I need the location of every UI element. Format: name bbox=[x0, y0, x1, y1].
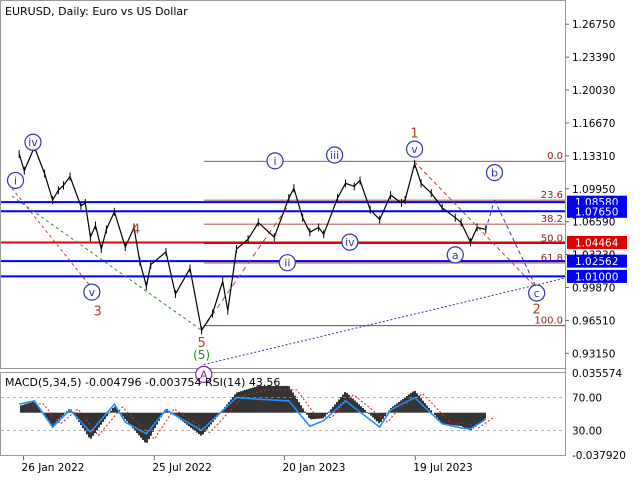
wave-label: 4 bbox=[132, 222, 140, 237]
y-tick-label: 1.09950 bbox=[572, 184, 615, 196]
fib-label: 0.0 bbox=[547, 151, 563, 162]
price-chart[interactable]: 0.023.638.250.061.8100.01.085801.076501.… bbox=[0, 0, 640, 480]
sub-y-tick-label: 30.00 bbox=[572, 425, 602, 437]
fib-label: 23.6 bbox=[541, 190, 563, 201]
y-tick-label: 1.26750 bbox=[572, 19, 615, 31]
wave-label: iv bbox=[28, 136, 38, 149]
y-tick-label: 1.13310 bbox=[572, 151, 615, 163]
wave-label: v bbox=[411, 143, 418, 156]
wave-projection-line bbox=[11, 195, 202, 331]
y-tick-label: 1.06590 bbox=[572, 217, 615, 229]
level-price-label: 1.04464 bbox=[575, 237, 619, 249]
fib-label: 61.8 bbox=[541, 253, 563, 264]
wave-label: 3 bbox=[94, 305, 102, 320]
wave-label: a bbox=[452, 249, 459, 262]
y-tick-label: 0.96510 bbox=[572, 315, 615, 327]
y-tick-label: 1.23390 bbox=[572, 52, 615, 64]
wave-label: 1 bbox=[410, 126, 418, 141]
wave-label: c bbox=[534, 287, 540, 300]
wave-label: iii bbox=[330, 149, 339, 162]
fib-label: 38.2 bbox=[541, 214, 563, 225]
y-tick-label: 1.16670 bbox=[572, 118, 615, 130]
wave-label: i bbox=[14, 174, 17, 187]
x-tick-label: 26 Jan 2022 bbox=[22, 462, 85, 474]
wave-projection-line bbox=[203, 277, 564, 366]
y-tick-label: 1.03230 bbox=[572, 250, 615, 262]
sub-y-tick-label: -0.037920 bbox=[572, 450, 626, 462]
wave-projection-line bbox=[494, 199, 538, 289]
wave-label: ii bbox=[284, 257, 290, 270]
symbol-info: EURUSD, Daily: Euro vs US Dollar bbox=[5, 5, 188, 18]
wave-label: b bbox=[491, 167, 498, 180]
indicator-info: MACD(5,34,5) -0.004796 -0.003754 RSI(14)… bbox=[5, 376, 280, 389]
sub-y-tick-label: 70.00 bbox=[572, 393, 602, 405]
wave-label: iv bbox=[345, 236, 355, 249]
x-tick-label: 20 Jan 2023 bbox=[282, 462, 345, 474]
y-tick-label: 0.99870 bbox=[572, 282, 615, 294]
main-panel-frame bbox=[0, 0, 566, 369]
x-tick-label: 25 Jul 2022 bbox=[152, 462, 211, 474]
y-tick-label: 1.20030 bbox=[572, 85, 615, 97]
price-line[interactable] bbox=[18, 145, 486, 332]
wave-label: 2 bbox=[533, 303, 541, 318]
x-tick-label: 19 Jul 2023 bbox=[413, 462, 472, 474]
wave-label: v bbox=[89, 286, 96, 299]
wave-projection-line bbox=[414, 161, 538, 289]
wave-label: i bbox=[273, 155, 276, 168]
chart-window: 0.0 23.6 38.2 50.0 61.8 100.0 1.08580 1.07650 1.… bbox=[0, 0, 640, 480]
y-tick-label: 0.93150 bbox=[572, 348, 615, 360]
sub-y-tick-label: 0.035574 bbox=[572, 368, 622, 380]
wave-label: (5) bbox=[193, 348, 210, 362]
wave-projection-line bbox=[485, 199, 495, 230]
